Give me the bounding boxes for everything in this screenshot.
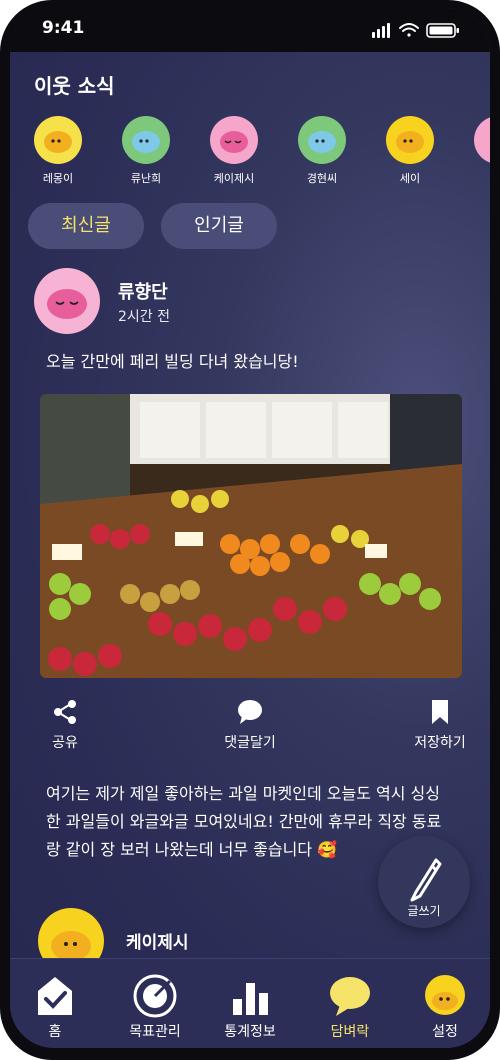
author-avatar[interactable] (34, 268, 100, 334)
bar-chart-icon (233, 983, 268, 1015)
fruit-market-image (40, 394, 462, 678)
face-icon (396, 131, 424, 153)
post-header: 류향단 2시간 전 (34, 268, 464, 338)
signal-icon (372, 23, 390, 38)
face-icon (132, 131, 160, 153)
friend-item[interactable]: 케이제시 (202, 116, 266, 186)
share-button[interactable]: 공유 (30, 698, 100, 752)
comment-label: 댓글달기 (224, 735, 276, 751)
notch (122, 8, 378, 52)
avatar (34, 116, 82, 164)
nav-wall-label: 담벼락 (330, 1024, 370, 1040)
nav-home-label: 홈 (48, 1024, 62, 1040)
friend-item[interactable]: 세이 (378, 116, 442, 186)
bookmark-icon (432, 700, 448, 724)
avatar (210, 116, 258, 164)
face-icon (44, 131, 72, 153)
friend-name: 세이 (399, 172, 421, 185)
section-title: 이웃 소식 (34, 74, 115, 98)
nav-stats[interactable]: 통계정보 (205, 971, 295, 1041)
nav-settings[interactable]: 설정 (400, 971, 490, 1041)
app-screen: 9:41 이웃 소식 레몽이 류난희 케이제시 경현씨 세이 최신글 인기글 류… (10, 8, 490, 1048)
save-button[interactable]: 저장하기 (395, 698, 485, 752)
avatar (386, 116, 434, 164)
face-icon (220, 131, 248, 153)
comment-button[interactable]: 댓글달기 (205, 698, 295, 752)
friend-name: 케이제시 (213, 172, 255, 185)
avatar (298, 116, 346, 164)
tab-popular[interactable]: 인기글 (161, 203, 277, 249)
save-label: 저장하기 (414, 735, 466, 751)
comment-icon (238, 700, 262, 724)
post-time: 2시간 전 (118, 309, 170, 325)
author-name[interactable]: 케이제시 (126, 928, 189, 953)
nav-wall[interactable]: 담벼락 (305, 971, 395, 1041)
speech-bubble-icon (330, 977, 370, 1016)
friend-list[interactable]: 레몽이 류난희 케이제시 경현씨 세이 (10, 116, 490, 196)
battery-icon (426, 23, 459, 38)
face-icon (308, 131, 336, 153)
status-time: 9:41 (42, 18, 85, 38)
friend-item[interactable] (466, 116, 490, 164)
friend-name: 레몽이 (42, 172, 74, 185)
write-button[interactable]: 글쓰기 (378, 836, 470, 928)
profile-avatar-icon (425, 975, 465, 1015)
post-actions: 공유 댓글달기 저장하기 (10, 698, 490, 758)
status-icons (372, 23, 459, 38)
nav-settings-label: 설정 (432, 1024, 458, 1040)
nav-goals-label: 목표관리 (129, 1024, 181, 1040)
author-name[interactable]: 류향단 (118, 278, 168, 304)
friend-name: 경현씨 (306, 172, 338, 185)
post-photo[interactable] (40, 394, 462, 678)
nav-stats-label: 통계정보 (224, 1024, 276, 1040)
phone-frame: 9:41 이웃 소식 레몽이 류난희 케이제시 경현씨 세이 최신글 인기글 류… (0, 0, 500, 1060)
tab-latest[interactable]: 최신글 (28, 203, 144, 249)
share-icon (54, 700, 76, 724)
friend-item[interactable]: 경현씨 (290, 116, 354, 186)
nav-goals[interactable]: 목표관리 (110, 971, 200, 1041)
target-icon (133, 974, 177, 1018)
share-label: 공유 (52, 735, 78, 751)
face-icon (47, 289, 87, 319)
nav-home[interactable]: 홈 (10, 971, 100, 1041)
avatar (474, 116, 490, 164)
friend-name: 류난희 (130, 172, 162, 185)
friend-item[interactable]: 레몽이 (26, 116, 90, 186)
bottom-nav: 홈 목표관리 통계정보 담벼락 설정 (10, 958, 490, 1048)
post-title: 오늘 간만에 페리 빌딩 다녀 왔습니당! (46, 352, 299, 371)
avatar (122, 116, 170, 164)
wifi-icon (399, 23, 419, 37)
home-icon (38, 977, 72, 1015)
friend-item[interactable]: 류난희 (114, 116, 178, 186)
write-label: 글쓰기 (407, 904, 441, 918)
status-bar: 9:41 (10, 8, 490, 52)
